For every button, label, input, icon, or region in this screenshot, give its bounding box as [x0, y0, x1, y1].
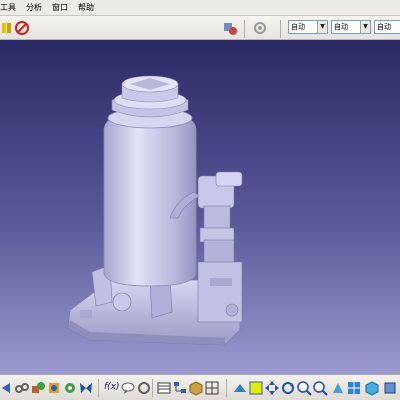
- view-cube-icon[interactable]: [364, 380, 380, 396]
- table-icon[interactable]: [156, 380, 172, 396]
- zoom-in-icon[interactable]: [296, 380, 312, 396]
- menu-bar: 工具 分析 窗口 帮助: [0, 0, 400, 16]
- chevron-down-icon[interactable]: ▼: [317, 21, 327, 33]
- gear-icon[interactable]: [62, 380, 78, 396]
- pan-icon[interactable]: [264, 380, 280, 396]
- link-icon[interactable]: [252, 20, 268, 36]
- combo-lineweight[interactable]: 自动 ▼: [331, 20, 371, 34]
- hydraulic-jack-model: [67, 75, 243, 346]
- tree-icon[interactable]: [172, 380, 188, 396]
- menu-help[interactable]: 帮助: [78, 2, 94, 13]
- chain-icon[interactable]: [14, 380, 30, 396]
- menu-window[interactable]: 窗口: [52, 2, 68, 13]
- bottom-toolbar: f(x): [0, 374, 400, 400]
- zoom-out-icon[interactable]: [312, 380, 328, 396]
- formula-button[interactable]: f(x): [104, 382, 120, 392]
- menu-analysis[interactable]: 分析: [26, 2, 42, 13]
- normal-view-icon[interactable]: [330, 380, 346, 396]
- assembly-icon[interactable]: [30, 380, 46, 396]
- top-toolbar: 自动 ▼ 自动 ▼ 自动: [0, 16, 400, 40]
- render-style-icon[interactable]: [382, 380, 398, 396]
- render-icon[interactable]: [222, 20, 238, 36]
- combo-linetype-value: 自动: [291, 23, 305, 31]
- combo-layer[interactable]: 自动: [374, 20, 400, 34]
- combo-layer-value: 自动: [377, 23, 391, 31]
- fit-all-icon[interactable]: [248, 380, 264, 396]
- 3d-viewport[interactable]: [0, 40, 400, 374]
- speech-bubble-icon[interactable]: [120, 380, 136, 396]
- constraint-icon[interactable]: [46, 380, 62, 396]
- grid-icon[interactable]: [204, 380, 220, 396]
- measure-icon[interactable]: [136, 380, 152, 396]
- no-entry-icon[interactable]: [14, 20, 30, 36]
- multi-view-icon[interactable]: [346, 380, 362, 396]
- rotate-icon[interactable]: [280, 380, 296, 396]
- combo-linetype[interactable]: 自动 ▼: [288, 20, 328, 34]
- cube-icon[interactable]: [188, 380, 204, 396]
- fly-mode-icon[interactable]: [232, 380, 248, 396]
- combo-lineweight-value: 自动: [334, 23, 348, 31]
- menu-tools[interactable]: 工具: [0, 2, 16, 13]
- chevron-down-icon[interactable]: ▼: [360, 21, 370, 33]
- butterfly-icon[interactable]: [78, 380, 94, 396]
